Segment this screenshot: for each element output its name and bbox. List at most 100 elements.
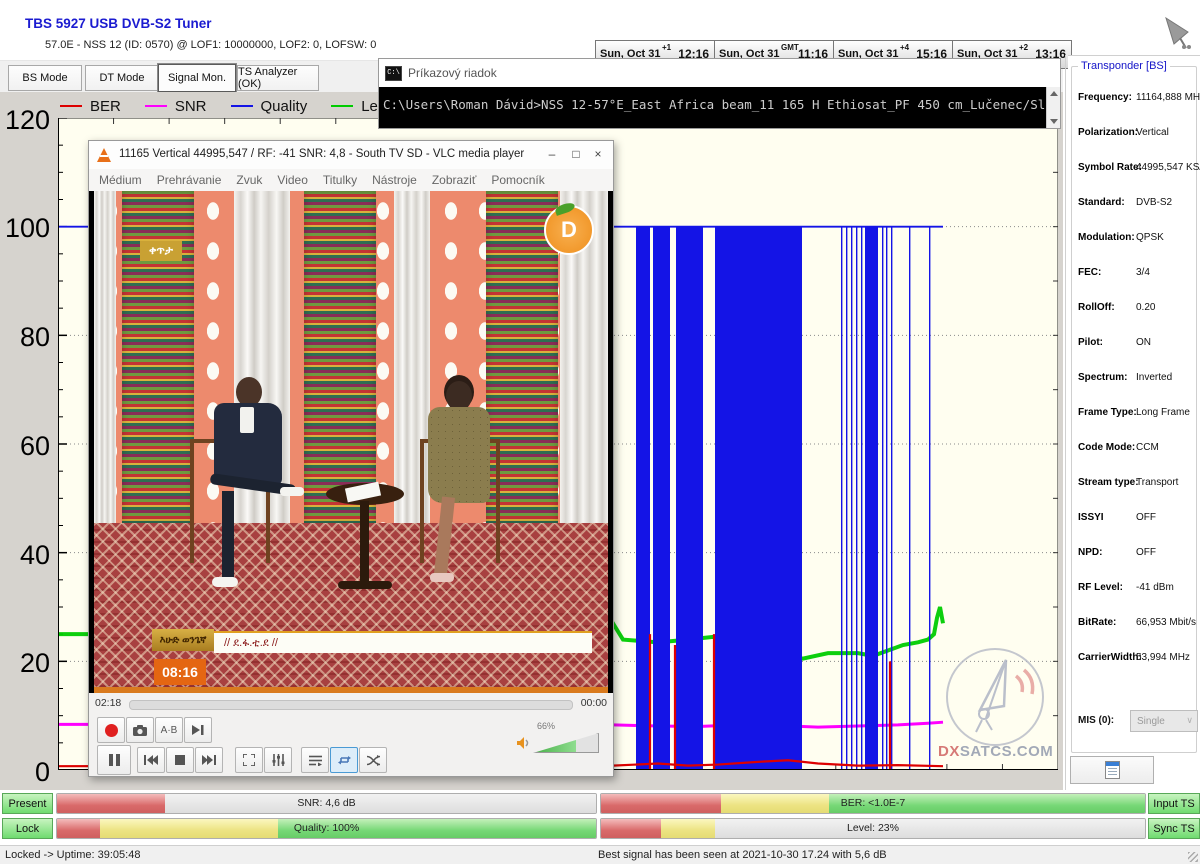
transponder-row-label: RollOff: xyxy=(1078,302,1115,313)
transponder-row-value: Long Frame xyxy=(1136,407,1190,418)
menu-help[interactable]: Pomocník xyxy=(491,173,544,187)
transponder-row: RollOff: 0.20 xyxy=(1078,302,1190,313)
snapshot-button[interactable] xyxy=(126,717,154,743)
menu-audio[interactable]: Zvuk xyxy=(236,173,262,187)
transponder-row-value: OFF xyxy=(1136,512,1156,523)
playlist-icon xyxy=(309,755,322,766)
menu-playback[interactable]: Prehrávanie xyxy=(157,173,222,187)
service-list-button[interactable] xyxy=(1070,756,1154,784)
mis-row: MIS (0): Single∨ xyxy=(1078,715,1190,726)
transponder-row-value: CCM xyxy=(1136,442,1159,453)
menu-subtitles[interactable]: Titulky xyxy=(323,173,357,187)
input-ts-button[interactable]: Input TS xyxy=(1148,793,1200,814)
dt-mode-button[interactable]: DT Mode xyxy=(85,65,159,91)
transponder-row-value: QPSK xyxy=(1136,232,1164,243)
legend-swatch-quality xyxy=(231,105,253,107)
signal-mon-button[interactable]: Signal Mon. xyxy=(158,64,236,92)
guest-shoe xyxy=(212,577,238,587)
menu-view[interactable]: Zobraziť xyxy=(432,173,477,187)
status-bar: Locked -> Uptime: 39:05:48 Best signal h… xyxy=(0,845,1200,864)
shuffle-icon xyxy=(367,755,380,766)
table-base xyxy=(338,581,392,589)
transponder-row: ISSYIOFF xyxy=(1078,512,1190,523)
present-button[interactable]: Present xyxy=(2,793,53,814)
volume-fill xyxy=(534,734,576,752)
transponder-row-value: DVB-S2 xyxy=(1136,197,1172,208)
scroll-down-icon[interactable] xyxy=(1050,119,1058,124)
ts-analyzer-button[interactable]: TS Analyzer (OK) xyxy=(237,65,319,91)
shuffle-button[interactable] xyxy=(359,747,387,773)
close-button[interactable]: × xyxy=(589,147,607,163)
ber-meter-label: BER: <1.0E-7 xyxy=(601,797,1145,809)
playlist-button[interactable] xyxy=(301,747,329,773)
previous-button[interactable] xyxy=(137,747,165,773)
sync-ts-button[interactable]: Sync TS xyxy=(1148,818,1200,839)
console-output: C:\Users\Roman Dávid>NSS 12-57°E_East Af… xyxy=(379,87,1047,128)
tuner-subtitle: 57.0E - NSS 12 (ID: 0570) @ LOF1: 100000… xyxy=(45,39,376,51)
satellite-dish-icon xyxy=(1160,14,1196,52)
studio-curtain xyxy=(94,191,116,523)
loop-icon xyxy=(338,755,351,766)
best-signal-text: Best signal has been seen at 2021-10-30 … xyxy=(598,849,887,861)
transponder-row-label: Polarization: xyxy=(1078,127,1138,138)
menu-medium[interactable]: Médium xyxy=(99,173,142,187)
menu-video[interactable]: Video xyxy=(277,173,307,187)
minimize-button[interactable]: – xyxy=(543,147,561,163)
menu-tools[interactable]: Nástroje xyxy=(372,173,417,187)
next-button[interactable] xyxy=(195,747,223,773)
extended-settings-button[interactable] xyxy=(264,747,292,773)
bs-mode-button[interactable]: BS Mode xyxy=(8,65,82,91)
transponder-row: Frequency:11164,888 MHz xyxy=(1078,92,1190,103)
elapsed-time: 02:18 xyxy=(95,697,121,709)
camera-icon xyxy=(133,725,147,736)
fullscreen-button[interactable] xyxy=(235,747,263,773)
transponder-row: Code Mode:CCM xyxy=(1078,442,1190,453)
pause-button[interactable] xyxy=(97,745,131,775)
console-scrollbar[interactable] xyxy=(1046,87,1060,128)
chevron-down-icon: ∨ xyxy=(1186,715,1193,726)
transponder-row-label: BitRate: xyxy=(1078,617,1116,628)
transponder-row: RF Level:-41 dBm xyxy=(1078,582,1190,593)
command-prompt-titlebar[interactable]: C:\ Príkazový riadok xyxy=(379,59,1060,87)
transponder-row: Frame Type:Long Frame xyxy=(1078,407,1190,418)
transponder-row-value: 0.20 xyxy=(1136,302,1155,313)
studio-fabric-column xyxy=(304,191,376,523)
mis-label: MIS (0): xyxy=(1078,715,1114,726)
scroll-up-icon[interactable] xyxy=(1050,91,1058,96)
tuner-title: TBS 5927 USB DVB-S2 Tuner xyxy=(25,16,212,31)
channel-logo-letter: D xyxy=(561,217,577,243)
y-tick-100: 100 xyxy=(4,213,50,244)
maximize-button[interactable]: □ xyxy=(567,147,585,163)
vlc-title: 11165 Vertical 44995,547 / RF: -41 SNR: … xyxy=(119,148,524,160)
clock-offset: +2 xyxy=(1019,43,1028,52)
seek-bar[interactable] xyxy=(129,700,573,710)
panel-divider xyxy=(1065,55,1066,790)
transponder-row-value: 53,994 MHz xyxy=(1136,652,1190,663)
ab-loop-button[interactable]: A·B xyxy=(155,717,183,743)
transponder-row-label: Code Mode: xyxy=(1078,442,1135,453)
remaining-time: 00:00 xyxy=(581,697,607,709)
frame-step-button[interactable] xyxy=(184,717,212,743)
ber-meter: BER: <1.0E-7 xyxy=(600,793,1146,814)
loop-button[interactable] xyxy=(330,747,358,773)
y-tick-120: 120 xyxy=(4,105,50,136)
transponder-row-label: RF Level: xyxy=(1078,582,1123,593)
transponder-row: Stream type:Transport xyxy=(1078,477,1190,488)
transponder-row-label: FEC: xyxy=(1078,267,1101,278)
vlc-titlebar[interactable]: 11165 Vertical 44995,547 / RF: -41 SNR: … xyxy=(89,141,613,169)
transponder-row-value: Transport xyxy=(1136,477,1178,488)
stop-button[interactable] xyxy=(166,747,194,773)
ab-loop-icon: A·B xyxy=(161,725,178,736)
transponder-groupbox: Transponder [BS] MIS (0): Single∨ Freque… xyxy=(1071,66,1197,753)
transponder-row-value: Vertical xyxy=(1136,127,1169,138)
volume-slider[interactable] xyxy=(533,733,599,753)
previous-icon xyxy=(144,755,158,765)
record-button[interactable] xyxy=(97,717,125,743)
transponder-row-value: 66,953 Mbit/s xyxy=(1136,617,1196,628)
lock-button[interactable]: Lock xyxy=(2,818,53,839)
lower-third-banner: // ደ.ፋ.ቲ.ደ // xyxy=(214,631,592,653)
guest-shirt xyxy=(240,407,254,433)
transponder-row: Symbol Rate:44995,547 KS/s xyxy=(1078,162,1190,173)
mis-select[interactable]: Single∨ xyxy=(1130,710,1198,732)
resize-grip[interactable] xyxy=(1188,852,1198,862)
